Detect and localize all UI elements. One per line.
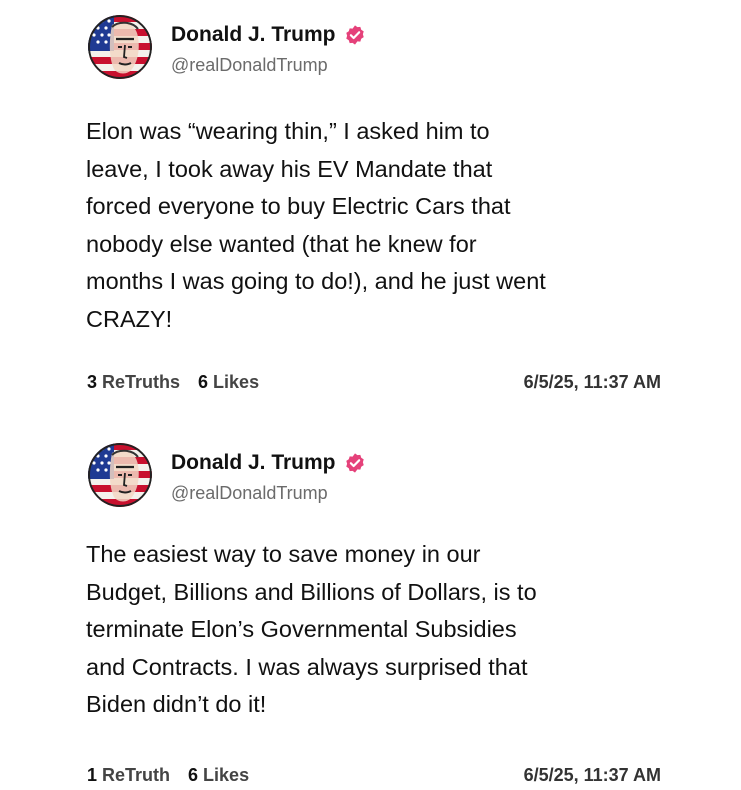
- post-text-line: and Contracts. I was always surprised th…: [86, 653, 528, 680]
- post-timestamp[interactable]: 6/5/25, 11:37 AM: [524, 372, 661, 393]
- retruths-label: ReTruths: [102, 372, 181, 392]
- post-text-line: CRAZY!: [86, 305, 173, 332]
- verified-badge-icon: [344, 452, 366, 474]
- post-text-line: Biden didn’t do it!: [86, 691, 267, 717]
- post-text-line: Budget, Billions and Billions of Dollars…: [86, 578, 537, 605]
- likes-count: 6: [188, 765, 199, 785]
- post-text-line: The easiest way to save money in our: [86, 541, 481, 567]
- post-text-line: forced everyone to buy Electric Cars tha…: [86, 193, 511, 219]
- author-avatar[interactable]: [88, 15, 152, 79]
- likes-label: Likes: [213, 372, 260, 392]
- author-name-row[interactable]: Donald J. Trump: [171, 22, 366, 48]
- author-handle[interactable]: @realDonaldTrump: [171, 55, 328, 76]
- author-name-row[interactable]: Donald J. Trump: [171, 450, 366, 476]
- post-card: Donald J. Trump @realDonaldTrump Elon wa…: [0, 0, 741, 415]
- author-name[interactable]: Donald J. Trump: [171, 23, 336, 47]
- engagement-stats: 1 ReTruth 6 Likes: [87, 765, 267, 786]
- post-text-line: terminate Elon’s Governmental Subsidies: [86, 616, 517, 642]
- author-handle[interactable]: @realDonaldTrump: [171, 483, 328, 504]
- engagement-stats: 3 ReTruths 6 Likes: [87, 372, 277, 393]
- post-text-line: months I was going to do!), and he just …: [86, 268, 546, 294]
- retruths-count: 3: [87, 372, 98, 392]
- author-name[interactable]: Donald J. Trump: [171, 451, 336, 475]
- likes-count: 6: [198, 372, 209, 392]
- likes-stat[interactable]: 6 Likes: [198, 372, 259, 393]
- verified-badge-icon: [344, 24, 366, 46]
- post-text-line: leave, I took away his EV Mandate that: [86, 155, 493, 182]
- post-card: Donald J. Trump @realDonaldTrump The eas…: [0, 428, 741, 790]
- retruths-stat[interactable]: 3 ReTruths: [87, 372, 180, 393]
- post-timestamp[interactable]: 6/5/25, 11:37 AM: [524, 765, 661, 786]
- flag-portrait-icon: [88, 443, 152, 507]
- retruths-label: ReTruth: [102, 765, 171, 785]
- post-text-line: Elon was “wearing thin,” I asked him to: [86, 118, 490, 144]
- likes-stat[interactable]: 6 Likes: [188, 765, 249, 786]
- post-text-line: nobody else wanted (that he knew for: [86, 230, 477, 257]
- post-text: The easiest way to save money in our Bud…: [86, 536, 696, 724]
- author-avatar[interactable]: [88, 443, 152, 507]
- flag-portrait-icon: [88, 15, 152, 79]
- retruths-count: 1: [87, 765, 98, 785]
- likes-label: Likes: [203, 765, 250, 785]
- post-text: Elon was “wearing thin,” I asked him to …: [86, 113, 696, 338]
- retruths-stat[interactable]: 1 ReTruth: [87, 765, 170, 786]
